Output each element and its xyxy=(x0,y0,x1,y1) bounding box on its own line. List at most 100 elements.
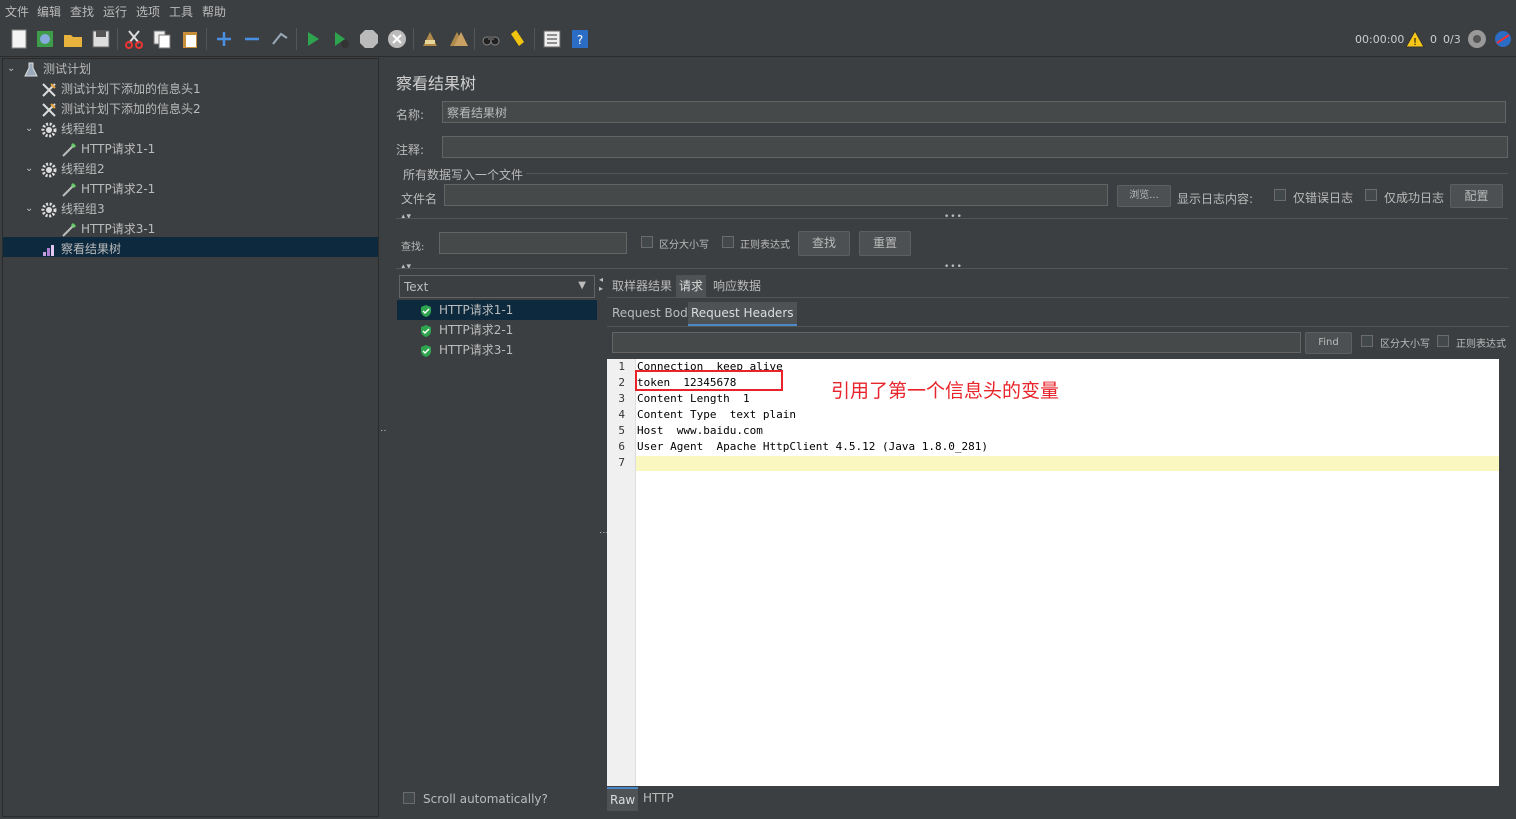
help-icon[interactable]: ? xyxy=(569,28,591,50)
find-input[interactable] xyxy=(612,332,1301,353)
tree-node-http-request-1-1[interactable]: HTTP请求1-1 xyxy=(61,139,155,159)
clear-icon[interactable] xyxy=(419,28,441,50)
shutdown-icon[interactable] xyxy=(386,28,408,50)
menu-search[interactable]: 查找 xyxy=(70,3,94,20)
result-item[interactable]: HTTP请求1-1 xyxy=(397,300,597,320)
collapse-icon[interactable] xyxy=(241,28,263,50)
code-line: Content Type text plain xyxy=(637,408,796,421)
tree-node-test-plan[interactable]: 测试计划 xyxy=(23,59,91,79)
warning-icon[interactable]: ! xyxy=(1405,29,1425,49)
search-input[interactable] xyxy=(439,232,627,254)
result-item[interactable]: HTTP请求3-1 xyxy=(397,340,513,360)
results-list: HTTP请求1-1 HTTP请求2-1 HTTP请求3-1 xyxy=(397,300,597,360)
expand-icon[interactable] xyxy=(213,28,235,50)
gear-icon xyxy=(41,162,57,178)
splitter-grip[interactable]: ••• xyxy=(944,262,963,272)
start-no-pause-icon[interactable] xyxy=(330,28,352,50)
subtab-request-body[interactable]: Request Body xyxy=(609,302,698,324)
menu-tools[interactable]: 工具 xyxy=(169,3,193,20)
success-only-label: 仅成功日志 xyxy=(1384,191,1445,205)
tree-node-header-manager-1[interactable]: 测试计划下添加的信息头1 xyxy=(41,79,201,99)
tree-node-header-manager-2[interactable]: 测试计划下添加的信息头2 xyxy=(41,99,201,119)
find-regex-checkbox[interactable] xyxy=(1437,335,1449,347)
splitter-grip[interactable]: ••• xyxy=(944,212,963,222)
reset-search-icon[interactable] xyxy=(507,28,529,50)
menu-file[interactable]: 文件 xyxy=(5,3,29,20)
tree-node-thread-group-2[interactable]: 线程组2 xyxy=(41,159,105,179)
tree-node-label: 察看结果树 xyxy=(61,242,122,256)
chevron-down-icon[interactable]: ⌄ xyxy=(25,164,35,174)
regex-checkbox[interactable] xyxy=(722,236,734,248)
save-icon[interactable] xyxy=(90,28,112,50)
toggle-icon[interactable] xyxy=(269,28,291,50)
errors-only-checkbox[interactable] xyxy=(1274,189,1286,201)
main-splitter[interactable]: ⋮ xyxy=(379,58,389,815)
case-sensitive-label: 区分大小写 xyxy=(659,240,709,251)
paste-icon[interactable] xyxy=(179,28,201,50)
tab-sampler-result[interactable]: 取样器结果 xyxy=(609,275,675,297)
tab-raw[interactable]: Raw xyxy=(607,787,639,811)
templates-icon[interactable] xyxy=(34,28,56,50)
collapse-arrows-icon[interactable]: ▴▾ xyxy=(401,212,412,222)
tab-request[interactable]: 请求 xyxy=(676,275,707,297)
name-field[interactable]: 察看结果树 xyxy=(442,101,1506,123)
chevron-down-icon[interactable]: ⌄ xyxy=(7,64,17,74)
open-icon[interactable] xyxy=(62,28,84,50)
gear-icon xyxy=(41,122,57,138)
chevron-down-icon[interactable]: ⌄ xyxy=(25,204,35,214)
tree-node-http-request-3-1[interactable]: HTTP请求3-1 xyxy=(61,219,155,239)
scroll-auto-checkbox[interactable] xyxy=(403,792,415,804)
tree-node-label: 测试计划 xyxy=(43,62,92,76)
comment-field[interactable] xyxy=(442,136,1508,158)
tree-node-thread-group-3[interactable]: 线程组3 xyxy=(41,199,105,219)
result-item[interactable]: HTTP请求2-1 xyxy=(397,320,513,340)
tree-node-http-request-2-1[interactable]: HTTP请求2-1 xyxy=(61,179,155,199)
tab-response-data[interactable]: 响应数据 xyxy=(710,275,764,297)
function-helper-icon[interactable] xyxy=(541,28,563,50)
copy-icon[interactable] xyxy=(151,28,173,50)
find-case-checkbox[interactable] xyxy=(1361,335,1373,347)
menu-edit[interactable]: 编辑 xyxy=(37,3,61,20)
search-icon[interactable] xyxy=(480,28,502,50)
browse-button[interactable]: 浏览... xyxy=(1117,185,1171,207)
clear-all-icon[interactable] xyxy=(447,28,469,50)
tab-http[interactable]: HTTP xyxy=(640,787,677,809)
pipette-icon xyxy=(61,182,77,198)
svg-text:!: ! xyxy=(1413,37,1417,48)
stop-icon[interactable] xyxy=(358,28,380,50)
menu-options[interactable]: 选项 xyxy=(136,3,160,20)
menu-run[interactable]: 运行 xyxy=(103,3,127,20)
renderer-selected: Text xyxy=(404,280,429,294)
cut-icon[interactable] xyxy=(123,28,145,50)
request-headers-editor[interactable]: 1234567 Connection keep alive token 12345… xyxy=(607,359,1499,786)
menu-help[interactable]: 帮助 xyxy=(202,3,226,20)
scroll-auto-label: Scroll automatically? xyxy=(423,792,548,806)
tab-underline xyxy=(607,297,1509,298)
warning-count: 0 xyxy=(1430,33,1437,46)
logger-icon[interactable] xyxy=(1492,28,1514,50)
editor-scrollbar[interactable] xyxy=(1499,359,1509,786)
subtab-request-headers[interactable]: Request Headers xyxy=(688,302,797,326)
collapse-arrows-icon[interactable]: ◂ ▸ xyxy=(599,275,604,293)
result-item-label: HTTP请求2-1 xyxy=(439,323,514,337)
find-button[interactable]: Find xyxy=(1305,332,1352,354)
reset-button[interactable]: 重置 xyxy=(859,231,911,256)
start-icon[interactable] xyxy=(302,28,324,50)
search-button[interactable]: 查找 xyxy=(798,231,850,256)
filename-field[interactable] xyxy=(444,184,1108,206)
case-sensitive-checkbox[interactable] xyxy=(641,236,653,248)
pipette-icon xyxy=(61,142,77,158)
tree-node-label: 测试计划下添加的信息头1 xyxy=(61,82,201,96)
search-label: 查找: xyxy=(401,242,425,253)
chevron-down-icon[interactable]: ⌄ xyxy=(25,124,35,134)
renderer-select[interactable]: Text ▼ xyxy=(399,275,595,298)
code-line: Host www.baidu.com xyxy=(637,424,763,437)
tree-node-thread-group-1[interactable]: 线程组1 xyxy=(41,119,105,139)
collapse-arrows-icon[interactable]: ▴▾ xyxy=(401,262,412,272)
toolbar-separator xyxy=(117,28,118,50)
success-only-checkbox[interactable] xyxy=(1365,189,1377,201)
tree-node-view-results-tree[interactable]: 察看结果树 xyxy=(41,239,121,259)
configure-button[interactable]: 配置 xyxy=(1450,184,1503,208)
tree-node-label: HTTP请求3-1 xyxy=(81,222,156,236)
new-icon[interactable] xyxy=(8,28,30,50)
